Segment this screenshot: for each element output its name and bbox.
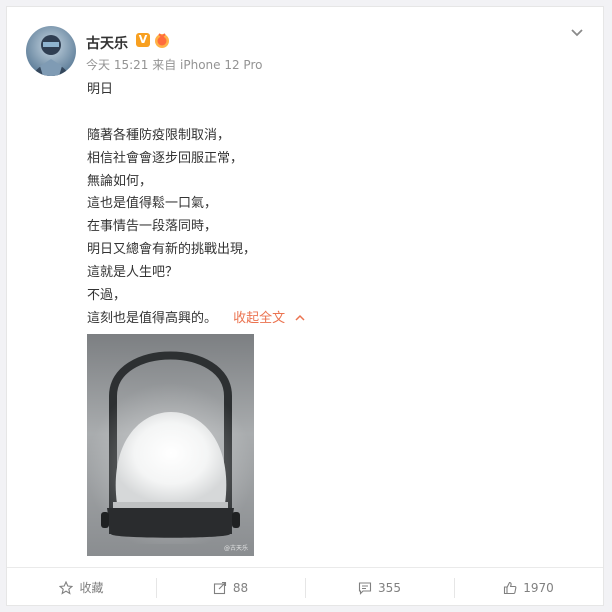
post-line: 隨著各種防疫限制取消，	[87, 127, 231, 143]
favorite-button[interactable]: 收藏	[7, 568, 156, 607]
comment-button[interactable]: 355	[305, 568, 454, 607]
action-bar: 收藏 88 355 1970	[7, 567, 603, 607]
post-line: 不過，	[87, 288, 127, 304]
badge-icon	[153, 31, 171, 49]
post-last-line: 這刻也是值得高興的。 收起全文	[87, 308, 567, 331]
post-text: 明日 隨著各種防疫限制取消， 相信社會會逐步回服正常， 無論如何， 這也是值得鬆…	[87, 79, 567, 331]
comment-icon	[358, 581, 372, 595]
image-watermark: @古天乐	[223, 545, 248, 552]
post-line: 這也是值得鬆一口氣，	[87, 196, 218, 212]
star-icon	[59, 580, 74, 595]
collapse-label[interactable]: 收起全文	[233, 311, 285, 326]
post-line: 這就是人生吧？	[87, 265, 179, 281]
chevron-up-icon[interactable]	[295, 314, 305, 322]
share-button[interactable]: 88	[156, 568, 305, 607]
comment-count: 355	[378, 580, 401, 595]
like-count: 1970	[523, 580, 554, 595]
collapse-full-text-button[interactable]: 收起全文	[233, 311, 305, 326]
chevron-down-icon[interactable]	[569, 25, 585, 41]
post-title-line: 明日	[87, 82, 114, 97]
post-line: 明日又總會有新的挑戰出現，	[87, 242, 257, 258]
avatar[interactable]	[26, 26, 76, 76]
like-button[interactable]: 1970	[454, 568, 603, 607]
favorite-label: 收藏	[79, 581, 104, 595]
post-line: 無論如何，	[87, 173, 153, 189]
weibo-post-card: 古天乐 V 今天 15:21 来自 iPhone 12 Pro 明日 隨著各種防…	[6, 6, 604, 606]
vip-icon: V	[136, 33, 150, 47]
post-image[interactable]: @古天乐	[87, 334, 254, 556]
author-name[interactable]: 古天乐	[86, 33, 128, 53]
share-icon	[213, 581, 226, 594]
post-meta: 今天 15:21 来自 iPhone 12 Pro	[86, 58, 263, 72]
share-count: 88	[232, 580, 249, 595]
thumbs-up-icon	[504, 581, 517, 594]
post-line: 在事情告一段落同時，	[87, 219, 218, 235]
post-line: 這刻也是值得高興的。	[87, 310, 218, 326]
post-line: 相信社會會逐步回服正常，	[87, 150, 244, 166]
